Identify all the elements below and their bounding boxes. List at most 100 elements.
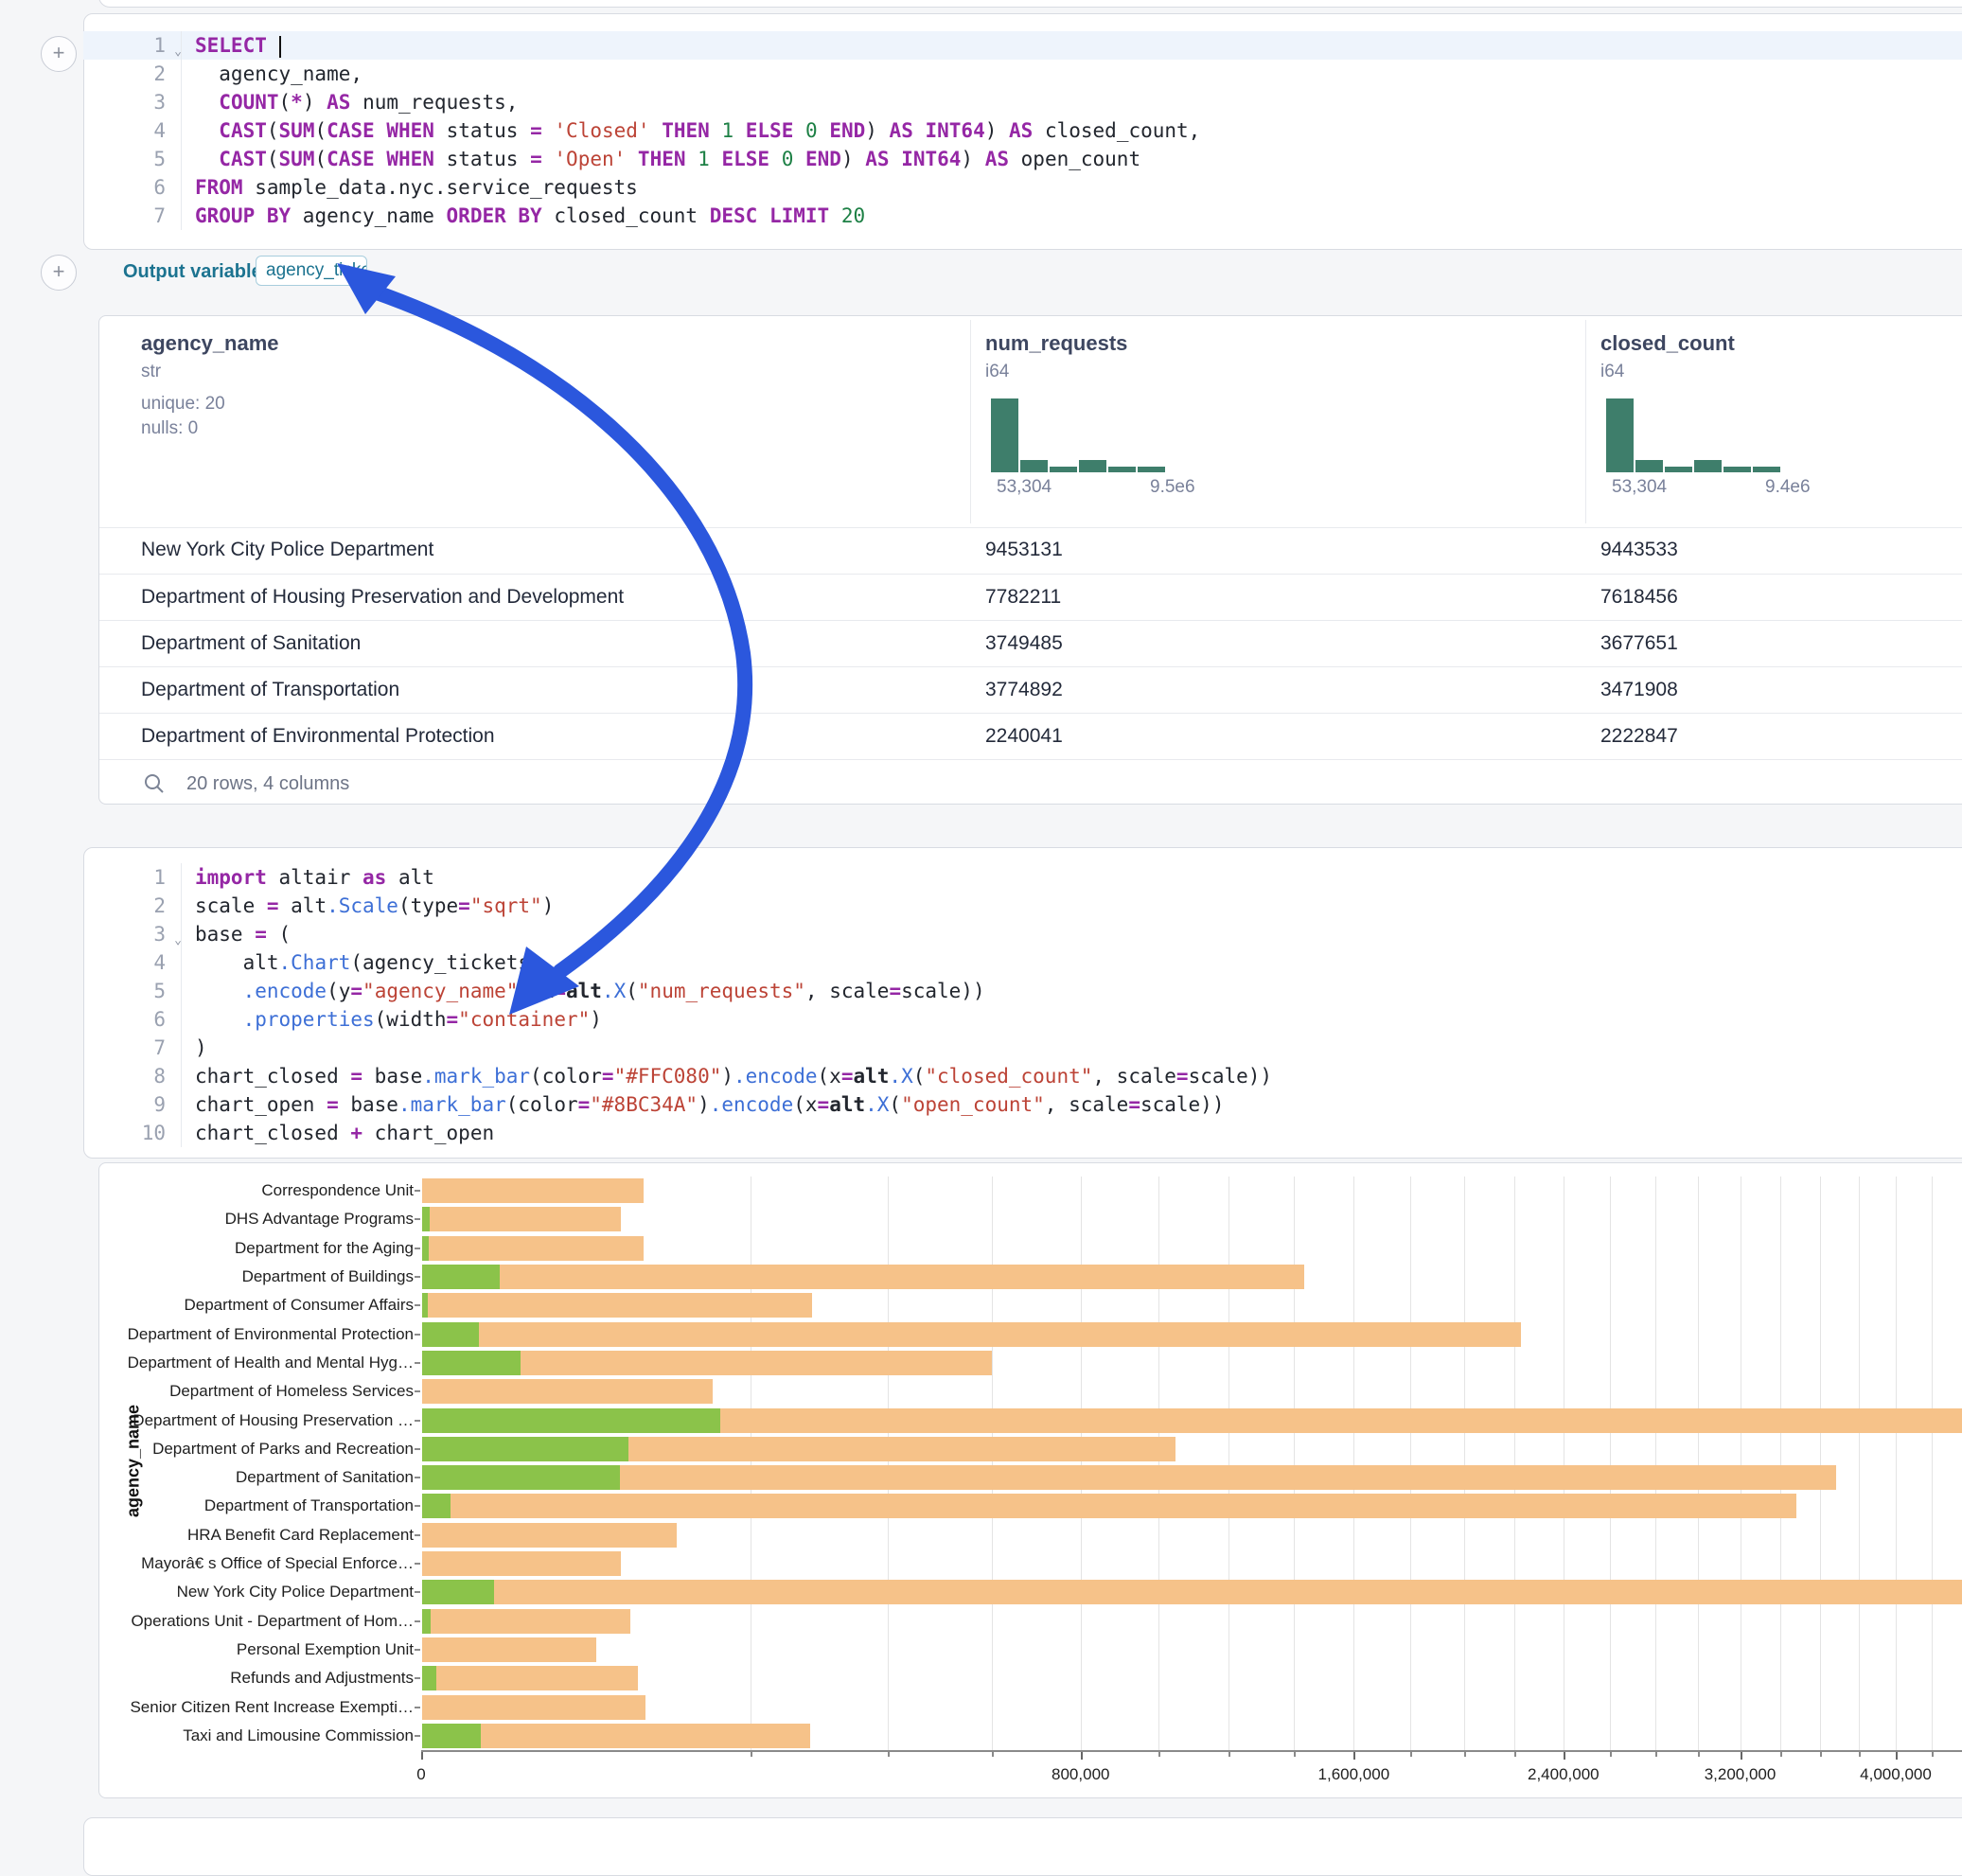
code-line[interactable]: chart_open = base.mark_bar(color="#8BC34… [195, 1090, 1962, 1119]
bar-closed-count [422, 1609, 630, 1634]
code-line[interactable]: .properties(width="container") [195, 1005, 1962, 1034]
bar-open-count [422, 1265, 500, 1289]
x-axis-minor-tick [1698, 1752, 1700, 1757]
bar-closed-count [422, 1695, 645, 1720]
code-line[interactable]: import altair as alt [195, 863, 1962, 892]
cell-closed-count: 3677651 [1600, 632, 1678, 655]
code-line[interactable]: chart_closed = base.mark_bar(color="#FFC… [195, 1062, 1962, 1090]
y-axis-label: Department of Consumer Affairs [111, 1296, 414, 1315]
x-axis-minor-tick [1655, 1752, 1657, 1757]
sql-cell[interactable]: 1⌄234567SELECT agency_name, COUNT(*) AS … [83, 13, 1962, 250]
cell-num-requests: 3749485 [985, 632, 1063, 655]
table-row[interactable]: Department of Housing Preservation and D… [99, 574, 1962, 621]
bar-open-count [422, 1293, 428, 1318]
line-number: 1⌄ [107, 31, 166, 60]
line-number: 3 [107, 88, 166, 116]
code-line[interactable]: scale = alt.Scale(type="sqrt") [195, 892, 1962, 920]
x-axis-minor-tick [1158, 1752, 1160, 1757]
y-axis-label: Department of Buildings [111, 1267, 414, 1286]
y-axis-label: DHS Advantage Programs [111, 1210, 414, 1229]
code-line[interactable]: base = ( [195, 920, 1962, 948]
x-axis-minor-tick [1820, 1752, 1822, 1757]
y-axis-tick [415, 1390, 420, 1392]
code-line[interactable]: agency_name, [195, 60, 1962, 88]
histogram-bin [1606, 398, 1634, 472]
output-variable-pill[interactable]: agency_tickets [256, 256, 367, 286]
histogram-bin [1108, 467, 1136, 472]
x-axis-minor-tick [1932, 1752, 1934, 1757]
line-number: 5 [107, 145, 166, 173]
x-axis-minor-tick [751, 1752, 752, 1757]
x-axis-minor-tick [1514, 1752, 1516, 1757]
hist-max-label: 9.5e6 [1150, 477, 1195, 498]
y-axis-label: Department of Transportation [111, 1496, 414, 1515]
x-axis-tick [421, 1752, 423, 1760]
code-line[interactable]: ) [195, 1034, 1962, 1062]
bar-closed-count [422, 1494, 1796, 1518]
column-header-closed-count[interactable]: closed_count [1600, 331, 1735, 356]
y-axis-label: Department for the Aging [111, 1239, 414, 1258]
code-line[interactable]: alt.Chart(agency_tickets) [195, 948, 1962, 977]
cell-agency-name: Department of Environmental Protection [141, 725, 495, 748]
y-axis-tick [415, 1362, 420, 1364]
y-axis-label: Taxi and Limousine Commission [111, 1726, 414, 1745]
cell-agency-name: Department of Sanitation [141, 632, 361, 655]
table-row[interactable]: New York City Police Department945313194… [99, 527, 1962, 574]
x-axis-tick-label: 3,200,000 [1705, 1765, 1776, 1784]
code-line[interactable]: FROM sample_data.nyc.service_requests [195, 173, 1962, 202]
line-number: 4 [107, 948, 166, 977]
histogram-bin [991, 398, 1018, 472]
column-header-agency-name[interactable]: agency_name [141, 331, 279, 356]
gridline [1410, 1177, 1411, 1750]
x-axis-tick-label: 0 [416, 1765, 425, 1784]
hist-min-label: 53,304 [1612, 477, 1667, 498]
y-axis-tick [415, 1420, 420, 1422]
bar-closed-count [422, 1265, 1304, 1289]
x-axis-line [421, 1750, 1962, 1752]
bar-open-count [422, 1465, 620, 1490]
code-line[interactable]: SELECT [195, 31, 1962, 60]
x-axis-tick [1081, 1752, 1083, 1760]
table-search-icon[interactable] [143, 772, 166, 800]
table-row[interactable]: Department of Environmental Protection22… [99, 713, 1962, 760]
bar-closed-count [422, 1293, 812, 1318]
y-axis-tick [415, 1248, 420, 1249]
cell-num-requests: 9453131 [985, 539, 1063, 561]
column-header-num-requests[interactable]: num_requests [985, 331, 1127, 356]
code-line[interactable]: chart_closed + chart_open [195, 1119, 1962, 1147]
y-axis-label: Department of Housing Preservation … [111, 1411, 414, 1430]
line-number: 7 [107, 1034, 166, 1062]
line-number: 9 [107, 1090, 166, 1119]
gridline [1158, 1177, 1159, 1750]
table-row[interactable]: Department of Transportation377489234719… [99, 666, 1962, 714]
y-axis-label: HRA Benefit Card Replacement [111, 1526, 414, 1545]
histogram-bin [1665, 467, 1692, 472]
x-axis-tick-label: 800,000 [1052, 1765, 1109, 1784]
y-axis-tick [415, 1649, 420, 1651]
x-axis-tick-label: 4,000,000 [1860, 1765, 1932, 1784]
gridline [1859, 1177, 1860, 1750]
python-cell[interactable]: 123⌄45678910import altair as altscale = … [83, 847, 1962, 1159]
x-axis-tick-label: 2,400,000 [1528, 1765, 1600, 1784]
gridline [1896, 1177, 1897, 1750]
bar-closed-count [422, 1551, 621, 1576]
add-cell-button-top[interactable]: + [41, 36, 77, 72]
add-cell-button-middle[interactable]: + [41, 255, 77, 291]
y-axis-tick [415, 1677, 420, 1679]
histogram-bin [1020, 460, 1048, 472]
code-line[interactable]: COUNT(*) AS num_requests, [195, 88, 1962, 116]
cell-agency-name: Department of Transportation [141, 679, 399, 701]
bar-closed-count [422, 1465, 1836, 1490]
code-line[interactable]: .encode(y="agency_name", x=alt.X("num_re… [195, 977, 1962, 1005]
code-line[interactable]: CAST(SUM(CASE WHEN status = 'Closed' THE… [195, 116, 1962, 145]
gridline [1081, 1177, 1082, 1750]
table-row[interactable]: Department of Sanitation 3749485 3677651 [99, 620, 1962, 667]
y-axis-label: Correspondence Unit [111, 1181, 414, 1200]
line-number: 6 [107, 1005, 166, 1034]
column-type: i64 [1600, 362, 1624, 382]
code-line[interactable]: GROUP BY agency_name ORDER BY closed_cou… [195, 202, 1962, 230]
histogram-bin [1138, 467, 1165, 472]
code-line[interactable]: CAST(SUM(CASE WHEN status = 'Open' THEN … [195, 145, 1962, 173]
y-axis-tick [415, 1505, 420, 1507]
next-cell-fragment [83, 1817, 1962, 1876]
